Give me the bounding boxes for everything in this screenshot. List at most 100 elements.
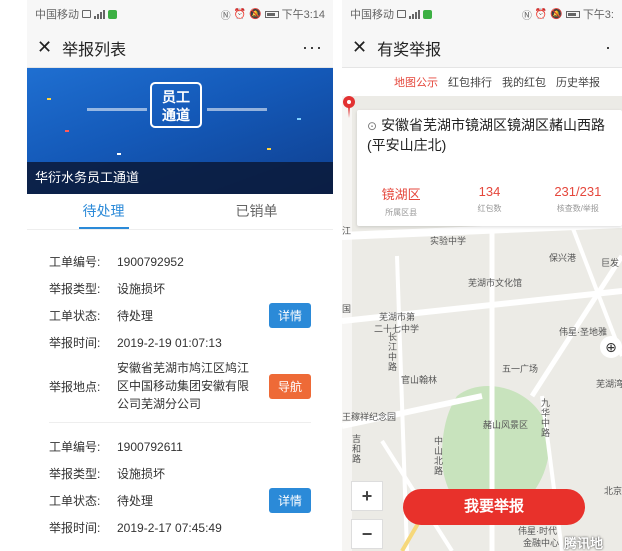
left-phone-screen: 中国移动 Ⓝ ⏰ 🔕 下午3:14 ✕ 举报列表 ··· 员工 通道 华衍水务员… — [27, 0, 333, 551]
order-card: 工单编号: 1900792952 举报类型: 设施损坏 工单状态: 待处理 详情… — [49, 230, 311, 423]
map-label: 芜湖市文化馆 — [468, 278, 523, 288]
address-text: 安徽省芜湖市镜湖区镜湖区赭山西路(平安山庄北) — [367, 117, 606, 153]
tab-map-notice[interactable]: 地图公示 — [394, 74, 438, 90]
carrier-label: 中国移动 — [35, 9, 79, 21]
map-label: 国 — [342, 304, 352, 314]
clock-label: 下午3: — [582, 9, 614, 21]
map-label: 江 — [342, 226, 352, 236]
spark-decor — [47, 98, 51, 100]
logo-line1: 员工 — [162, 89, 190, 105]
map-label: 实验中学 — [430, 236, 467, 246]
map-label: 北京 — [604, 486, 622, 496]
title-bar: ✕ 有奖举报 · — [342, 28, 622, 68]
status-label: 工单状态: — [49, 309, 101, 323]
more-icon[interactable]: · — [605, 37, 612, 58]
title-bar: ✕ 举报列表 ··· — [27, 28, 333, 68]
clock-label: 下午3:14 — [281, 9, 325, 21]
map-label: 五一广场 — [502, 364, 539, 374]
tab-my-redpacket[interactable]: 我的红包 — [502, 74, 546, 90]
order-row: 举报类型: 设施损坏 — [49, 460, 311, 487]
map-label: 官山翰林 — [401, 375, 438, 385]
signal-icon — [94, 9, 105, 19]
sub-tab-bar: 地图公示 红包排行 我的红包 历史举报 — [342, 68, 622, 96]
banner-logo: 员工 通道 — [150, 82, 202, 128]
zoom-out-button[interactable]: − — [351, 519, 383, 549]
stat-value: 231/231 — [554, 184, 602, 199]
zoom-in-button[interactable]: + — [351, 481, 383, 511]
stat-label: 红包数 — [477, 204, 502, 213]
status-bar: 中国移动 Ⓝ ⏰ 🔕 下午3: — [342, 0, 622, 28]
type-value: 设施损坏 — [117, 466, 166, 481]
location-pin-icon — [343, 96, 355, 118]
spark-decor — [297, 118, 301, 120]
time-label: 举报时间: — [49, 521, 101, 535]
more-icon[interactable]: ··· — [302, 37, 323, 58]
nfc-icon: Ⓝ — [220, 10, 231, 22]
order-list: 工单编号: 1900792952 举报类型: 设施损坏 工单状态: 待处理 详情… — [27, 230, 333, 547]
tab-history-report[interactable]: 历史举报 — [556, 74, 600, 90]
stat-redpacket-count: 134 红包数 — [445, 184, 533, 218]
time-value: 2019-2-17 07:45:49 — [117, 520, 222, 535]
map-label: 吉和路 — [352, 434, 362, 464]
locate-me-icon[interactable]: ⊕ — [600, 336, 622, 358]
detail-button[interactable]: 详情 — [268, 488, 311, 513]
type-value: 设施损坏 — [117, 281, 166, 296]
alarm-icon: ⏰ — [534, 8, 548, 20]
stat-label: 所属区县 — [385, 208, 418, 217]
spark-decor — [65, 130, 69, 132]
status-bar: 中国移动 Ⓝ ⏰ 🔕 下午3:14 — [27, 0, 333, 28]
stat-value: 镜湖区 — [381, 187, 421, 202]
tab-closed[interactable]: 已销单 — [180, 194, 333, 229]
navigate-button[interactable]: 导航 — [268, 373, 311, 399]
type-label: 举报类型: — [49, 467, 101, 481]
tab-pending-label: 待处理 — [78, 195, 129, 229]
order-row: 举报时间: 2019-2-17 07:45:49 — [49, 514, 311, 541]
sim-icon — [82, 10, 91, 18]
spark-decor — [117, 153, 121, 155]
order-row: 举报类型: 设施损坏 — [49, 275, 311, 302]
status-value: 待处理 — [117, 493, 154, 508]
report-button[interactable]: 我要举报 — [403, 489, 585, 525]
order-row: 举报时间: 2019-2-19 01:07:13 — [49, 329, 311, 356]
banner-caption: 华衍水务员工通道 — [27, 162, 333, 194]
sim-icon — [397, 10, 406, 18]
logo-line2: 通道 — [162, 107, 190, 123]
address-block: ⊙ 安徽省芜湖市镜湖区镜湖区赭山西路(平安山庄北) — [357, 110, 622, 155]
map-label: 长江中路 — [388, 332, 398, 372]
order-row: 工单编号: 1900792952 — [49, 248, 311, 275]
mute-icon: 🔕 — [550, 8, 563, 20]
banner-stripe-right — [207, 108, 267, 111]
stat-label: 核查数/举报 — [556, 204, 599, 213]
tab-pending[interactable]: 待处理 — [27, 194, 180, 229]
mute-icon: 🔕 — [249, 8, 262, 20]
location-value: 安徽省芜湖市鸠江区鸠江区中国移动集团安徽有限公司芜湖分公司 — [117, 361, 250, 411]
detail-button[interactable]: 详情 — [268, 303, 311, 328]
close-icon[interactable]: ✕ — [352, 37, 367, 58]
map-view[interactable]: 实验中学 保兴港 巨发 芜湖市文化馆 芜湖市第 二十七中学 伟星·圣地雅 官山翰… — [342, 96, 622, 551]
order-row: 工单状态: 待处理 详情 — [49, 487, 311, 514]
close-icon[interactable]: ✕ — [37, 37, 52, 58]
map-label: 巨发 — [601, 258, 620, 268]
order-no-label: 工单编号: — [49, 440, 101, 454]
location-info-card: ⊙ 安徽省芜湖市镜湖区镜湖区赭山西路(平安山庄北) 镜湖区 所属区县 134 红包… — [357, 110, 622, 226]
stats-row: 镜湖区 所属区县 134 红包数 231/231 核查数/举报 — [357, 184, 622, 218]
page-title: 举报列表 — [62, 41, 127, 59]
map-label: 芜湖湾 — [596, 379, 622, 389]
map-label: 保兴港 — [549, 253, 577, 263]
alarm-icon: ⏰ — [233, 8, 247, 20]
map-label: 伟星·圣地雅 — [559, 327, 607, 337]
tab-redpacket-rank[interactable]: 红包排行 — [448, 74, 492, 90]
order-row: 工单编号: 1900792611 — [49, 433, 311, 460]
map-label: 九华中路 — [541, 398, 551, 438]
time-label: 举报时间: — [49, 336, 101, 350]
location-outline-icon: ⊙ — [367, 119, 378, 133]
order-row: 工单状态: 待处理 详情 — [49, 302, 311, 329]
spark-decor — [267, 148, 271, 150]
wechat-icon — [423, 9, 432, 19]
banner: 员工 通道 华衍水务员工通道 — [27, 68, 333, 194]
carrier-label: 中国移动 — [350, 9, 394, 21]
right-phone-screen: 中国移动 Ⓝ ⏰ 🔕 下午3: ✕ 有奖举报 · 地图公示 红包排行 我的红包 … — [342, 0, 622, 551]
stat-value: 134 — [478, 184, 501, 199]
nfc-icon: Ⓝ — [521, 10, 532, 22]
location-label: 举报地点: — [49, 379, 101, 394]
